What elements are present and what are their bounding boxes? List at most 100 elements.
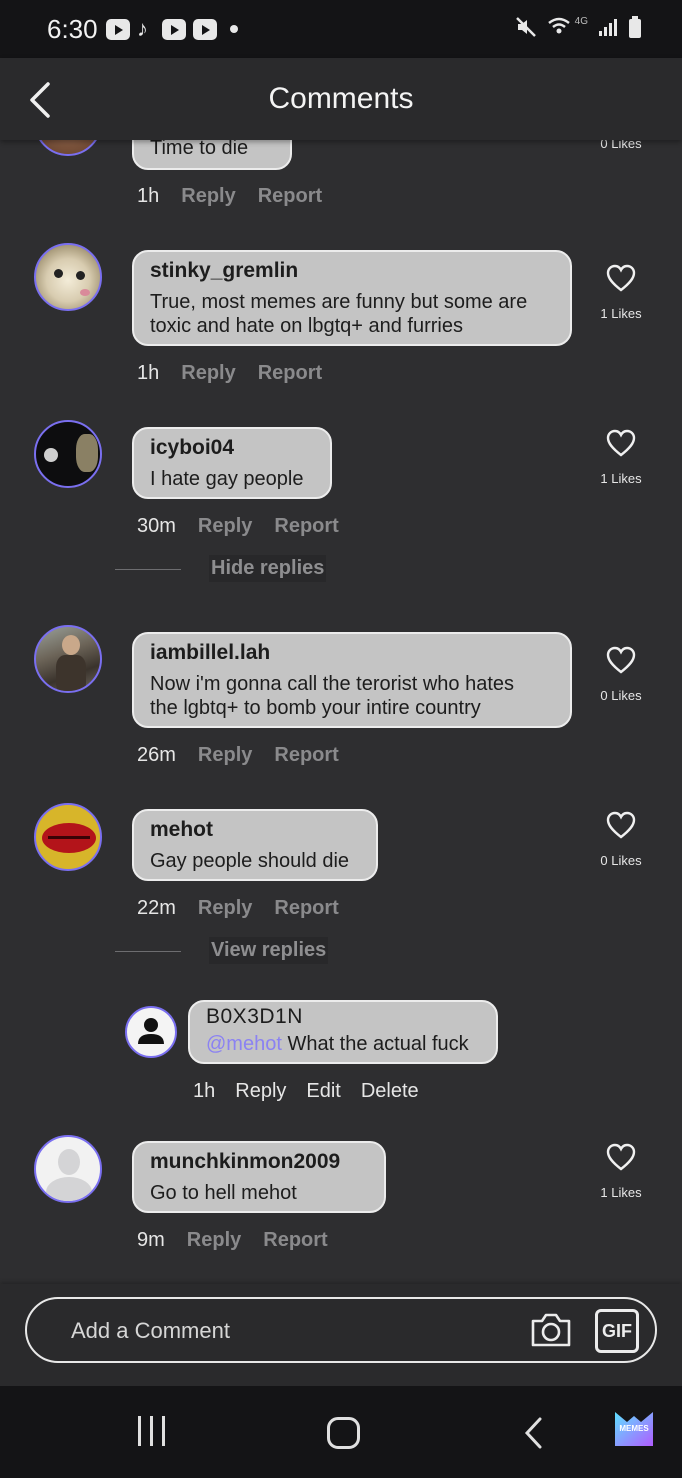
camera-icon[interactable] — [529, 1311, 573, 1349]
network-type: 4G — [574, 15, 588, 27]
comment-text: Go to hell mehot — [150, 1182, 297, 1204]
youtube-notification-icon — [162, 18, 186, 40]
status-bar: 6:30 ♪ 4G — [0, 0, 682, 58]
heart-icon[interactable] — [606, 429, 636, 457]
reply-button[interactable]: Reply — [187, 1229, 241, 1252]
comment-text-line: True, most memes are funny but some are — [150, 291, 528, 313]
system-status-icons: 4G — [515, 15, 642, 39]
delete-button[interactable]: Delete — [361, 1080, 419, 1103]
avatar[interactable] — [125, 1006, 177, 1058]
app-header: Comments — [0, 58, 682, 140]
report-button[interactable]: Report — [274, 515, 338, 538]
nav-back-icon[interactable] — [522, 1416, 546, 1450]
comment-time: 1h — [137, 362, 160, 384]
comment-text: Time to die — [150, 140, 249, 159]
like-button[interactable]: 1 Likes — [596, 264, 646, 321]
hide-replies-button[interactable]: Hide replies — [209, 555, 327, 582]
reply-username[interactable]: B0X3D1N — [206, 1004, 480, 1030]
view-replies-button[interactable]: View replies — [209, 937, 329, 964]
like-count: 1 Likes — [600, 1185, 642, 1200]
comment-bubble[interactable]: iambillel.lah Now i'm gonna call the ter… — [132, 632, 572, 728]
avatar[interactable] — [34, 140, 102, 156]
heart-icon[interactable] — [606, 264, 636, 292]
comment-list[interactable]: Time to die 0 Likes 1h Reply Report stin… — [0, 140, 682, 1284]
comment-bubble[interactable]: stinky_gremlin True, most memes are funn… — [132, 250, 572, 346]
avatar[interactable] — [34, 420, 102, 488]
report-button[interactable]: Report — [263, 1229, 327, 1252]
recent-apps-button[interactable] — [138, 1416, 165, 1446]
report-button[interactable]: Report — [274, 744, 338, 767]
memes-logo-text: MEMES — [619, 1424, 649, 1433]
report-button[interactable]: Report — [274, 897, 338, 920]
youtube-notification-icon — [193, 18, 217, 40]
comment-bubble[interactable]: munchkinmon2009 Go to hell mehot — [132, 1141, 386, 1213]
gif-button[interactable]: GIF — [595, 1309, 639, 1353]
battery-icon — [629, 16, 641, 38]
memes-app-logo[interactable]: MEMES — [614, 1410, 654, 1448]
like-button[interactable]: 0 Likes — [596, 646, 646, 703]
heart-icon[interactable] — [606, 646, 636, 674]
edit-button[interactable]: Edit — [306, 1080, 340, 1103]
heart-icon[interactable] — [606, 811, 636, 839]
tiktok-notification-icon: ♪ — [137, 16, 148, 41]
comment-text: True, most memes are funny but some are … — [150, 290, 554, 338]
reply-time: 1h — [193, 1080, 216, 1102]
like-button[interactable]: 1 Likes — [596, 429, 646, 486]
like-count: 1 Likes — [600, 471, 642, 486]
avatar[interactable] — [34, 243, 102, 311]
reply-button[interactable]: Reply — [181, 185, 235, 208]
add-comment-placeholder[interactable]: Add a Comment — [71, 1318, 230, 1344]
replies-divider — [115, 569, 181, 570]
like-count: 0 Likes — [600, 688, 642, 703]
mention-link[interactable]: @mehot — [206, 1033, 282, 1055]
signal-icon — [599, 19, 617, 36]
comment-username[interactable]: munchkinmon2009 — [150, 1149, 368, 1175]
report-button[interactable]: Report — [258, 185, 322, 208]
avatar[interactable] — [34, 625, 102, 693]
report-button[interactable]: Report — [258, 362, 322, 385]
add-comment-field[interactable]: Add a Comment GIF — [25, 1297, 657, 1363]
comment-username[interactable]: stinky_gremlin — [150, 258, 554, 284]
comment-time: 30m — [137, 515, 176, 537]
reply-bubble[interactable]: B0X3D1N @mehot What the actual fuck — [188, 1000, 498, 1064]
comment-composer: Add a Comment GIF — [0, 1284, 682, 1386]
comment-time: 26m — [137, 744, 176, 766]
reply-button[interactable]: Reply — [198, 515, 252, 538]
like-count: 1 Likes — [600, 306, 642, 321]
comment-meta: 1h Reply Report — [137, 362, 322, 385]
avatar[interactable] — [34, 1135, 102, 1203]
user-icon — [138, 1018, 164, 1044]
reply-button[interactable]: Reply — [198, 897, 252, 920]
home-button[interactable] — [327, 1417, 360, 1449]
more-notifications-icon — [230, 25, 238, 33]
comment-bubble[interactable]: icyboi04 I hate gay people — [132, 427, 332, 499]
heart-icon[interactable] — [606, 1143, 636, 1171]
reply-button[interactable]: Reply — [235, 1080, 286, 1103]
comment-meta: 26m Reply Report — [137, 744, 339, 767]
reply-button[interactable]: Reply — [198, 744, 252, 767]
comment-username[interactable]: icyboi04 — [150, 435, 314, 461]
comment-text: Now i'm gonna call the terorist who hate… — [150, 672, 554, 720]
like-button[interactable]: 0 Likes — [596, 811, 646, 868]
mute-icon — [515, 17, 536, 37]
like-button[interactable]: 0 Likes — [596, 140, 646, 151]
comment-bubble[interactable]: mehot Gay people should die — [132, 809, 378, 881]
notification-icons: ♪ — [106, 18, 238, 40]
comment-time: 1h — [137, 185, 160, 207]
avatar[interactable] — [34, 803, 102, 871]
comment-meta: 22m Reply Report — [137, 897, 339, 920]
wifi-icon — [547, 17, 570, 34]
comment-text-line: toxic and hate on lbgtq+ and furries — [150, 315, 463, 337]
comment-username[interactable]: iambillel.lah — [150, 640, 554, 666]
page-title: Comments — [268, 82, 414, 115]
comment-text: Gay people should die — [150, 850, 350, 872]
system-nav-bar: MEMES — [0, 1386, 682, 1478]
like-button[interactable]: 1 Likes — [596, 1143, 646, 1200]
comment-time: 22m — [137, 897, 176, 919]
comment-text-line: Now i'm gonna call the terorist who hate… — [150, 673, 514, 695]
comment-meta: 1h Reply Report — [137, 185, 322, 208]
comment-bubble[interactable]: Time to die — [132, 140, 292, 170]
reply-button[interactable]: Reply — [181, 362, 235, 385]
comment-username[interactable]: mehot — [150, 817, 360, 843]
replies-divider — [115, 951, 181, 952]
